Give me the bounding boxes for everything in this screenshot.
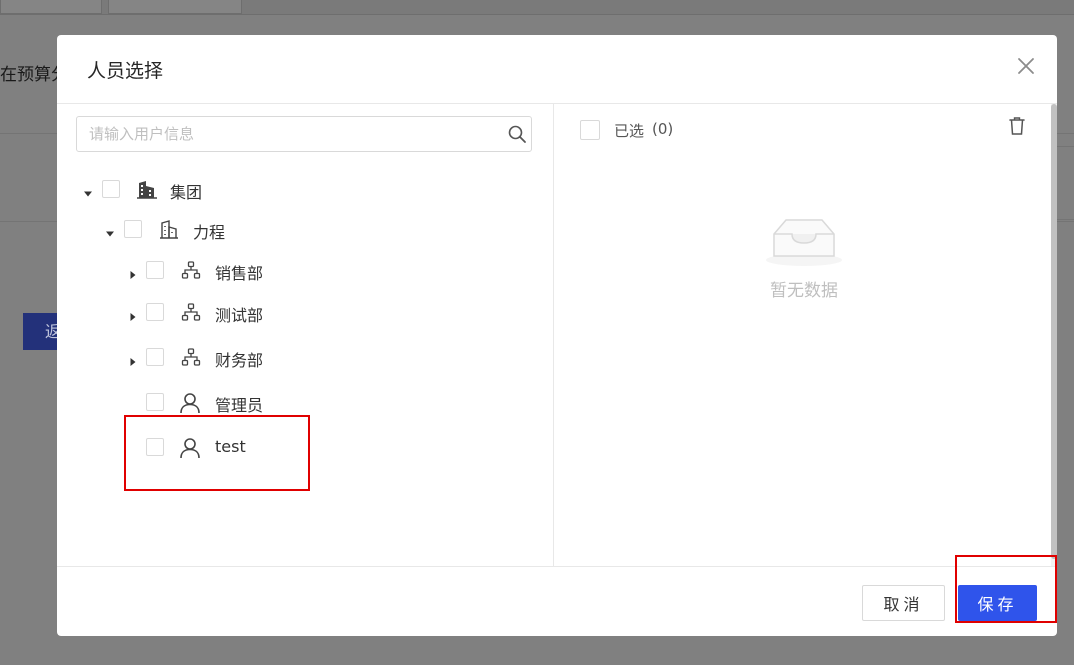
selected-panel: 已选 (0) 暂无数据 <box>554 104 1057 566</box>
caret-right-icon[interactable] <box>128 307 138 321</box>
scrollbar-thumb[interactable] <box>1051 104 1057 559</box>
tree-node-label: 财务部 <box>215 351 264 370</box>
building-outline-icon <box>158 218 180 240</box>
tree-node-label: 销售部 <box>215 264 264 283</box>
select-all-checkbox[interactable] <box>580 120 600 140</box>
search-box <box>76 116 532 152</box>
tree-checkbox[interactable] <box>124 220 142 238</box>
tree-node-label: 管理员 <box>215 396 264 415</box>
caret-down-icon[interactable] <box>105 224 115 237</box>
dialog-title: 人员选择 <box>87 60 164 82</box>
background-divider <box>1057 146 1074 147</box>
tree-node-testing[interactable]: 测试部 <box>57 299 537 327</box>
person-select-dialog: 人员选择 请输入用户信息 集团 力程 销售部 测试部 财务部 管理员 test … <box>57 35 1057 636</box>
selected-label: 已选 <box>614 122 645 140</box>
background-tabbar <box>0 0 1074 15</box>
tree-node-group[interactable]: 集团 <box>57 176 537 204</box>
save-button[interactable]: 保存 <box>958 585 1037 621</box>
tree-node-label: 集团 <box>170 183 203 202</box>
tree-checkbox[interactable] <box>146 261 164 279</box>
org-chart-icon <box>180 259 202 281</box>
dialog-footer: 取消 保存 <box>57 566 1057 636</box>
tree-checkbox[interactable] <box>146 393 164 411</box>
background-tab <box>0 0 102 14</box>
tree-node-sales[interactable]: 销售部 <box>57 257 537 285</box>
caret-right-icon[interactable] <box>128 265 138 279</box>
close-icon[interactable] <box>1013 53 1039 79</box>
tree-node-label: 测试部 <box>215 306 264 325</box>
dialog-header: 人员选择 <box>57 35 1057 104</box>
tree-node-finance[interactable]: 财务部 <box>57 344 537 372</box>
tree-node-label: test <box>215 437 246 456</box>
tree-node-user-admin[interactable]: 管理员 <box>57 389 537 417</box>
tree-checkbox[interactable] <box>102 180 120 198</box>
caret-down-icon[interactable] <box>83 184 93 197</box>
building-icon <box>136 178 158 200</box>
tree-checkbox[interactable] <box>146 348 164 366</box>
user-icon <box>178 391 200 414</box>
search-icon[interactable] <box>507 124 527 144</box>
inbox-empty-icon <box>762 212 846 268</box>
org-chart-icon <box>180 301 202 323</box>
org-chart-icon <box>180 346 202 368</box>
tree-node-company[interactable]: 力程 <box>57 216 537 244</box>
tree-node-label: 力程 <box>193 223 226 242</box>
cancel-button[interactable]: 取消 <box>862 585 945 621</box>
tree-node-user-test[interactable]: test <box>57 434 537 462</box>
user-icon <box>178 436 200 459</box>
trash-icon[interactable] <box>1006 115 1028 137</box>
search-input[interactable] <box>89 117 489 151</box>
org-tree-panel: 集团 力程 <box>57 104 554 566</box>
tree-checkbox[interactable] <box>146 438 164 456</box>
empty-text: 暂无数据 <box>770 281 838 301</box>
tree-checkbox[interactable] <box>146 303 164 321</box>
background-tab <box>108 0 242 14</box>
background-divider <box>1057 219 1074 220</box>
selected-count: (0) <box>652 120 674 138</box>
scrollbar[interactable] <box>1051 104 1057 566</box>
caret-right-icon[interactable] <box>128 352 138 366</box>
